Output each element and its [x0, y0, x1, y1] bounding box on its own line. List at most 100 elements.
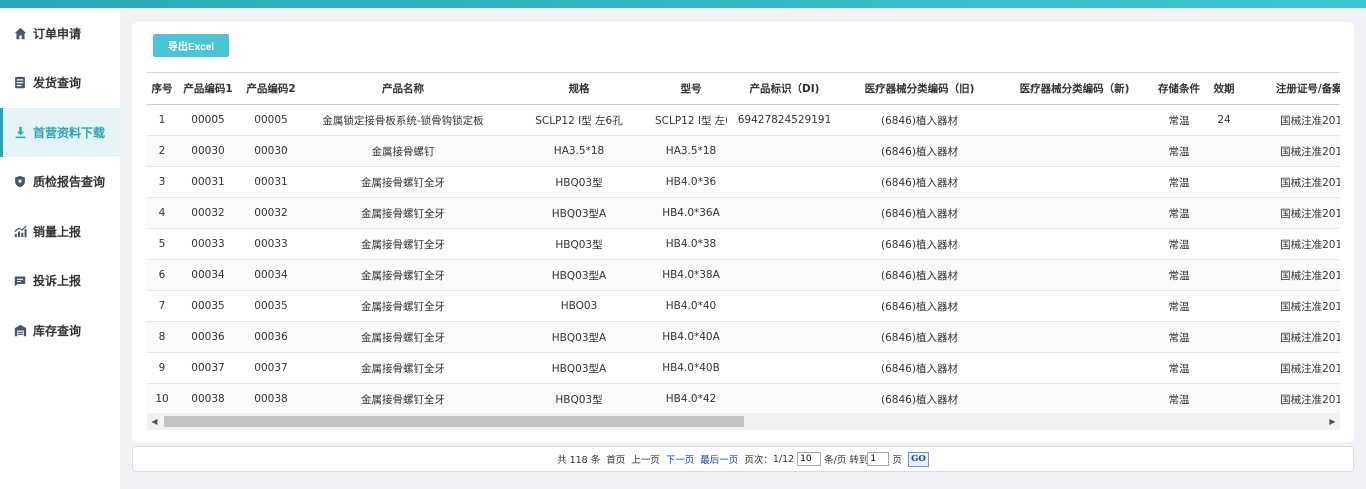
- table-cell: HBQ03型: [503, 228, 655, 260]
- table-row[interactable]: 5 00033 00033 金属接骨螺钉全牙 HBQ03型 HB4.0*38 (6846)植…: [147, 228, 1340, 260]
- table-cell: 24: [1206, 104, 1242, 136]
- horizontal-scrollbar[interactable]: ◀ ▶: [147, 413, 1340, 430]
- page-suffix: 页: [892, 455, 902, 466]
- shield-icon: [13, 175, 27, 189]
- column-header: 注册证号/备案凭: [1242, 72, 1340, 105]
- sidebar-item-order-apply[interactable]: 订单申请: [0, 8, 120, 58]
- table-cell: 9: [147, 352, 177, 384]
- last-page-link[interactable]: 最后一页: [700, 452, 738, 466]
- column-header: 序号: [147, 72, 177, 105]
- table-cell: HBQ03型A: [503, 259, 655, 291]
- table-cell: 国械注准2017: [1242, 352, 1340, 384]
- table-cell: (6846)植入器材: [842, 228, 997, 260]
- table-cell: HB4.0*36A: [655, 197, 727, 229]
- table-cell: 常温: [1152, 352, 1206, 384]
- table-row[interactable]: 6 00034 00034 金属接骨螺钉全牙 HBQ03型A HB4.0*38A (6846…: [147, 259, 1340, 291]
- table-cell: 金属接骨螺钉全牙: [303, 290, 503, 322]
- sidebar-item-sales-report[interactable]: 销量上报: [0, 207, 120, 257]
- table-cell: [727, 166, 842, 198]
- table-cell: [997, 228, 1152, 260]
- sidebar-item-quality-report[interactable]: 质检报告查询: [0, 157, 120, 207]
- table-cell: HB4.0*38A: [655, 259, 727, 291]
- table-cell: 00035: [239, 290, 303, 322]
- product-table: 序号 产品编码1 产品编码2 产品名称 规格 型号 产品标识（DI) 医疗器械分类编码（旧) 医…: [147, 72, 1340, 413]
- list-icon: [13, 76, 27, 90]
- table-cell: [1206, 321, 1242, 353]
- sidebar-item-label: 销量上报: [33, 224, 82, 239]
- scroll-left-arrow-icon[interactable]: ◀: [147, 413, 162, 430]
- goto-page-input[interactable]: [867, 452, 890, 466]
- table-row[interactable]: 7 00035 00035 金属接骨螺钉全牙 HBO03 HB4.0*40 (6846)植入…: [147, 290, 1340, 322]
- scrollbar-thumb[interactable]: [164, 416, 744, 427]
- chart-icon: [13, 224, 27, 238]
- table-cell: 00030: [177, 135, 239, 167]
- table-cell: (6846)植入器材: [842, 259, 997, 291]
- table-cell: (6846)植入器材: [842, 290, 997, 322]
- export-excel-button[interactable]: 导出Excel: [153, 34, 229, 57]
- column-header: 医疗器械分类编码（新): [997, 72, 1152, 105]
- table-cell: HBQ03型: [503, 166, 655, 198]
- table-cell: [997, 352, 1152, 384]
- table-cell: [1206, 166, 1242, 198]
- table-cell: [997, 290, 1152, 322]
- sidebar-item-complaint-report[interactable]: 投诉上报: [0, 256, 120, 306]
- table-cell: 常温: [1152, 104, 1206, 136]
- table-cell: [727, 259, 842, 291]
- table-cell: 2: [147, 135, 177, 167]
- table-cell: 常温: [1152, 135, 1206, 167]
- table-cell: 金属接骨螺钉全牙: [303, 352, 503, 384]
- table-cell: HB4.0*40: [655, 290, 727, 322]
- sidebar-item-inventory-query[interactable]: 库存查询: [0, 306, 120, 356]
- sidebar-item-shipment-query[interactable]: 发货查询: [0, 58, 120, 108]
- table-cell: [727, 290, 842, 322]
- table-row[interactable]: 9 00037 00037 金属接骨螺钉全牙 HBQ03型A HB4.0*40B (6846…: [147, 352, 1340, 384]
- table-row[interactable]: 10 00038 00038 金属接骨螺钉全牙 HBQ03型 HB4.0*42 (6846)…: [147, 383, 1340, 413]
- table-row[interactable]: 3 00031 00031 金属接骨螺钉全牙 HBQ03型 HB4.0*36 (6846)植…: [147, 166, 1340, 198]
- table-cell: [1206, 383, 1242, 413]
- table-header-row: 序号 产品编码1 产品编码2 产品名称 规格 型号 产品标识（DI) 医疗器械分类编码（旧) 医…: [147, 72, 1340, 105]
- table-cell: (6846)植入器材: [842, 352, 997, 384]
- table-cell: 5: [147, 228, 177, 260]
- table-cell: 常温: [1152, 197, 1206, 229]
- table-cell: SCLP12 I型 左6孔: [655, 104, 727, 136]
- sidebar-item-label: 发货查询: [33, 76, 82, 91]
- next-page-link[interactable]: 下一页: [666, 452, 695, 466]
- table-cell: HB4.0*42: [655, 383, 727, 413]
- column-header: 型号: [655, 72, 727, 105]
- table-cell: 常温: [1152, 290, 1206, 322]
- table-cell: 常温: [1152, 321, 1206, 353]
- sidebar-item-first-material-download[interactable]: 首营资料下载: [0, 107, 120, 157]
- table-cell: (6846)植入器材: [842, 104, 997, 136]
- table-cell: 00037: [239, 352, 303, 384]
- table-row[interactable]: 2 00030 00030 金属接骨螺钉 HA3.5*18 HA3.5*18 (6846)植…: [147, 135, 1340, 167]
- table-cell: 金属接骨螺钉全牙: [303, 321, 503, 353]
- table-row[interactable]: 1 00005 00005 金属锁定接骨板系统-锁骨钩锁定板 SCLP12 I型 左6孔…: [147, 104, 1340, 136]
- table-cell: HBQ03型A: [503, 321, 655, 353]
- pagination-bar: 共 118 条 首页 上一页 下一页 最后一页 页次： 1/12 条/页 转到 …: [132, 446, 1354, 472]
- column-header: 产品名称: [303, 72, 503, 105]
- sidebar: 订单申请 发货查询 首营资料下载 质检报告查询 销量上报 投诉上报 库存查询: [0, 8, 120, 489]
- table-cell: 00005: [177, 104, 239, 136]
- table-row[interactable]: 8 00036 00036 金属接骨螺钉全牙 HBQ03型A HB4.0*40A (6846…: [147, 321, 1340, 353]
- table-cell: (6846)植入器材: [842, 321, 997, 353]
- table-cell: [1206, 259, 1242, 291]
- first-page-link[interactable]: 首页: [606, 452, 625, 466]
- column-header: 产品标识（DI): [727, 72, 842, 105]
- table-cell: [997, 259, 1152, 291]
- go-button[interactable]: GO: [907, 451, 929, 467]
- table-row[interactable]: 4 00032 00032 金属接骨螺钉全牙 HBQ03型A HB4.0*36A (6846…: [147, 197, 1340, 229]
- table-cell: 4: [147, 197, 177, 229]
- table-cell: 国械注准2017: [1242, 228, 1340, 260]
- table-cell: 常温: [1152, 166, 1206, 198]
- per-page-label: 条/页 转到: [824, 455, 869, 466]
- table-cell: [1206, 290, 1242, 322]
- table-cell: [997, 321, 1152, 353]
- table-cell: [727, 228, 842, 260]
- scroll-right-arrow-icon[interactable]: ▶: [1325, 413, 1340, 430]
- table-cell: SCLP12 I型 左6孔: [503, 104, 655, 136]
- table-cell: 00036: [177, 321, 239, 353]
- table-cell: 00038: [177, 383, 239, 413]
- page-size-input[interactable]: [797, 452, 822, 466]
- prev-page-link[interactable]: 上一页: [631, 452, 660, 466]
- table-cell: 金属接骨螺钉全牙: [303, 259, 503, 291]
